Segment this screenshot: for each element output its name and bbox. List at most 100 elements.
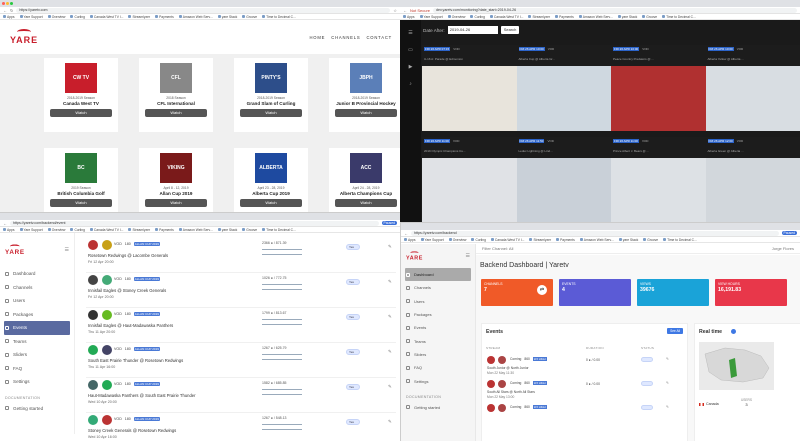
watch-button[interactable]: Watch — [50, 109, 112, 117]
bookmark[interactable]: Groove — [642, 15, 657, 19]
sidebar-item-getting-started[interactable]: Getting started — [401, 401, 475, 414]
bookmark[interactable]: Time to Decimal C... — [262, 228, 296, 232]
back-icon[interactable]: ← — [404, 231, 408, 236]
bookmark[interactable]: Canada West TV I... — [490, 15, 524, 19]
stats-slider[interactable] — [262, 254, 302, 255]
paused-badge[interactable]: Paused — [781, 231, 797, 235]
sidebar-item-settings[interactable]: Settings — [0, 375, 74, 389]
edit-icon[interactable]: ✎ — [388, 244, 392, 250]
event-row[interactable]: Coming 860 WJ HIGH South All Stars @ North … — [486, 378, 683, 400]
published-toggle[interactable]: Yes — [346, 314, 360, 320]
yare-logo[interactable]: YARE — [10, 29, 38, 45]
date-input[interactable]: 2019-04-26 — [447, 26, 498, 34]
stream-video-thumbnail[interactable] — [705, 158, 800, 222]
yare-logo[interactable]: YARE — [5, 244, 25, 256]
bookmark[interactable]: Overview — [449, 238, 467, 242]
bookmark[interactable]: Payments — [155, 228, 174, 232]
bookmark[interactable]: Yare Support — [20, 15, 43, 19]
stream-tile[interactable]: FRI 26 APR 10:00 VOD Alberta Yellow @ Albe… — [705, 45, 800, 133]
bookmark[interactable]: Apps — [404, 238, 416, 242]
yare-logo[interactable]: YARE — [406, 251, 423, 261]
bookmark[interactable]: Overview — [448, 15, 466, 19]
url-input[interactable]: dev.yaretv.com/monitoring?date_start=201… — [433, 7, 797, 13]
stats-slider[interactable] — [262, 319, 302, 320]
channel-card[interactable]: CW TV 2018-2019 Season Canada West TV Watch — [44, 58, 118, 132]
edit-icon[interactable]: ✎ — [388, 314, 392, 320]
menu-icon[interactable]: ☰ — [408, 30, 412, 36]
stats-slider[interactable] — [262, 324, 302, 325]
bookmark[interactable]: yare Stack — [218, 228, 238, 232]
sidebar-item-channels[interactable]: Channels — [0, 281, 74, 295]
sidebar-item-faq[interactable]: FAQ — [0, 362, 74, 376]
sidebar-item-sliders[interactable]: Sliders — [401, 348, 475, 361]
edit-icon[interactable]: ✎ — [666, 357, 669, 361]
bookmark[interactable]: yare Stack — [619, 238, 639, 242]
url-input[interactable]: https://yaretv.com/backend — [411, 230, 779, 236]
watch-button[interactable]: Watch — [240, 198, 302, 207]
not-secure-label[interactable]: Not Secure — [410, 8, 430, 13]
sidebar-item-users[interactable]: Users — [401, 295, 475, 308]
sidebar-item-getting-started[interactable]: Getting started — [0, 402, 74, 416]
edit-icon[interactable]: ✎ — [388, 384, 392, 390]
back-icon[interactable]: ← — [3, 221, 7, 226]
url-input[interactable]: https://yaretv.com/backend/event — [10, 220, 379, 226]
edit-icon[interactable]: ✎ — [388, 349, 392, 355]
channel-filter[interactable]: Filter Channel: All — [482, 246, 513, 251]
bookmark[interactable]: Groove — [643, 238, 658, 242]
channel-card[interactable]: PINTY'S 2018-2019 Season Grand Slam of Cur… — [234, 58, 308, 132]
bookmark[interactable]: Time to Decimal C... — [663, 238, 697, 242]
bookmark[interactable]: Overview — [48, 228, 66, 232]
sidebar-item-teams[interactable]: Teams — [401, 334, 475, 347]
edit-icon[interactable]: ✎ — [666, 405, 669, 409]
collapse-menu-icon[interactable]: ☰ — [65, 247, 69, 253]
published-toggle[interactable]: Yes — [346, 419, 360, 425]
paused-badge[interactable]: Paused — [381, 221, 397, 225]
sidebar-item-events[interactable]: Events — [401, 321, 475, 334]
channel-card[interactable]: CFL 2018 Season CFL International Watch — [139, 58, 213, 132]
bookmark[interactable]: Payments — [556, 238, 575, 242]
stats-slider[interactable] — [262, 284, 302, 285]
bookmark[interactable]: yare Stack — [618, 15, 638, 19]
status-toggle[interactable] — [641, 381, 653, 386]
stats-slider[interactable] — [262, 394, 302, 395]
user-menu[interactable]: Jorge Flores — [772, 246, 794, 251]
bookmark[interactable]: Apps — [403, 15, 415, 19]
stream-tile[interactable]: FRI 26 APR 11:00 VOD Prince Albert J. Bear… — [611, 137, 706, 222]
bookmark[interactable]: Curling — [70, 228, 84, 232]
nav-channels[interactable]: CHANNELS — [331, 35, 360, 40]
stream-tile[interactable]: FRI 26 APR 11:50 VOD Leduc Lightning @ Lin… — [516, 137, 611, 222]
event-row[interactable]: VOD 180 ALLAN CUP 2019 Rosetown Redwings @ … — [86, 238, 396, 273]
nav-contact[interactable]: CONTACT — [366, 35, 392, 40]
sidebar-item-faq[interactable]: FAQ — [401, 361, 475, 374]
bookmark[interactable]: Apps — [3, 15, 15, 19]
published-toggle[interactable]: Yes — [346, 279, 360, 285]
bookmark[interactable]: Yare Support — [421, 238, 444, 242]
stats-slider[interactable] — [262, 249, 302, 250]
stats-slider[interactable] — [262, 389, 302, 390]
stream-tile[interactable]: FRI 26 APR 10:00 VOD Peace Country Predato… — [611, 45, 706, 133]
stream-tile[interactable]: FRI 26 APR 07:15 VOD U-16 A: Parade @ Edmo… — [422, 45, 517, 133]
back-icon[interactable]: ← — [403, 8, 407, 13]
stream-tile[interactable]: FRI 26 APR 12:00 VOD Alberta Green @ Alber… — [705, 137, 800, 222]
star-icon[interactable]: ☆ — [393, 8, 397, 13]
collapse-menu-icon[interactable]: ☰ — [466, 253, 470, 259]
stream-video-thumbnail[interactable] — [422, 158, 517, 222]
bookmark[interactable]: Streamlyzer — [528, 15, 550, 19]
stats-slider[interactable] — [262, 359, 302, 360]
sidebar-item-teams[interactable]: Teams — [0, 335, 74, 349]
sidebar-item-dashboard[interactable]: Dashboard — [0, 267, 74, 281]
bookmark[interactable]: Amazon Web Serv... — [179, 15, 213, 19]
refresh-icon[interactable]: ↻ — [10, 8, 13, 13]
stream-tile[interactable]: FRI 26 APR 11:00 VOD 2019 Olympic Champion… — [422, 137, 517, 222]
bookmark[interactable]: Overview — [48, 15, 66, 19]
event-row[interactable]: VOD 180 ALLAN CUP 2019 Haut-Madawaska Panth… — [86, 378, 396, 413]
video-icon[interactable]: ▶ — [409, 64, 413, 70]
bookmark[interactable]: Canada West TV I... — [90, 15, 124, 19]
sidebar-item-users[interactable]: Users — [0, 294, 74, 308]
stream-video-thumbnail[interactable] — [422, 66, 517, 131]
event-row[interactable]: VOD 180 ALLAN CUP 2019 Stoney Creek General… — [86, 413, 396, 441]
stream-video-thumbnail[interactable] — [611, 66, 706, 131]
event-row[interactable]: Coming 860 WJ HIGH South Junior @ North Jun… — [486, 354, 683, 376]
event-row[interactable]: Coming 860 WJ HIGH ✎ — [486, 402, 683, 424]
stats-slider[interactable] — [262, 289, 302, 290]
